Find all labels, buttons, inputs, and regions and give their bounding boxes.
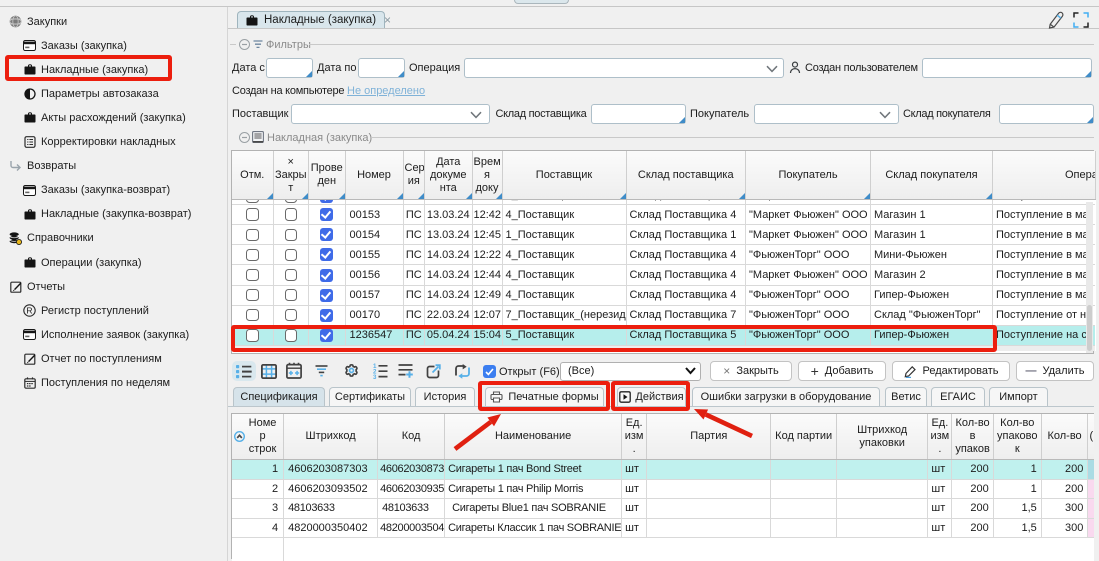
svg-text:3: 3 [373,374,377,379]
svg-text:R: R [26,306,32,316]
